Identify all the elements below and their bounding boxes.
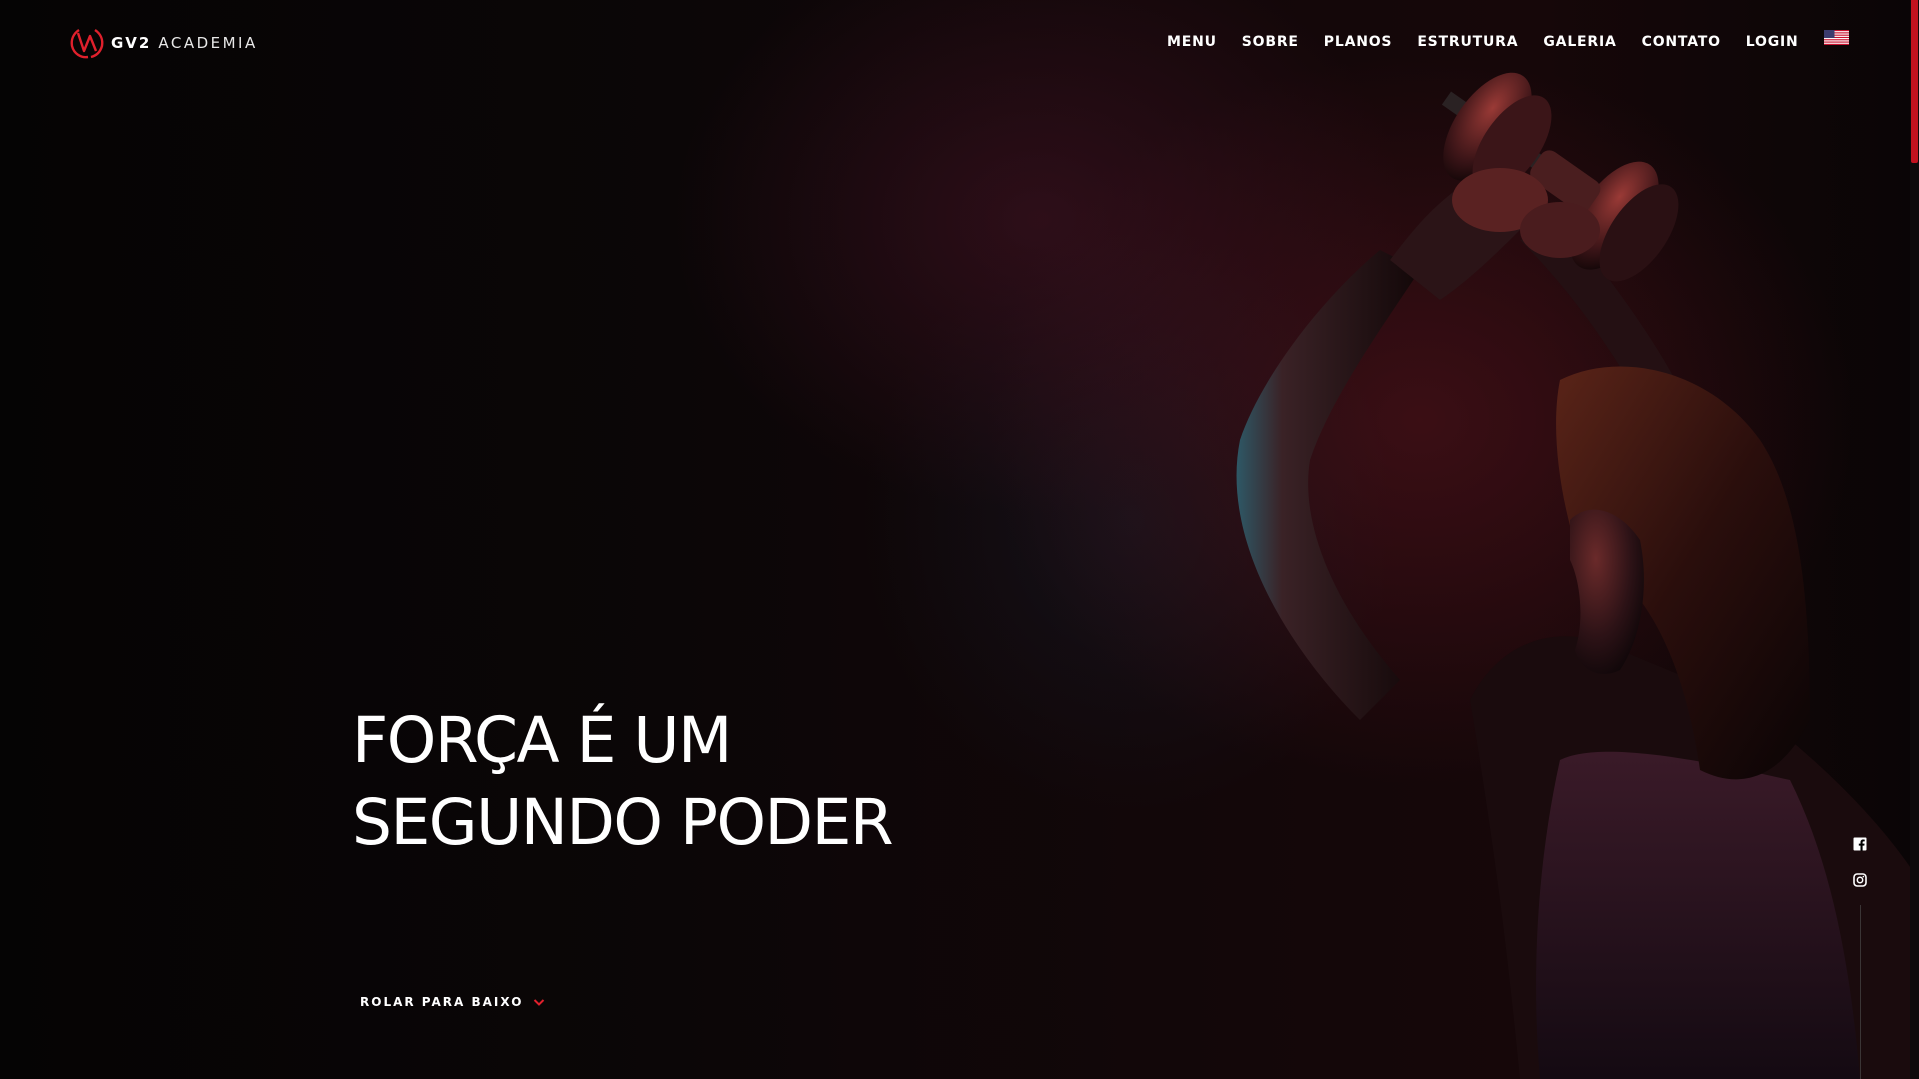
nav-link-menu[interactable]: MENU bbox=[1167, 33, 1217, 51]
chevron-down-icon bbox=[534, 998, 545, 1006]
gv2-logo-icon bbox=[70, 29, 104, 59]
logo-text-light: ACADEMIA bbox=[158, 34, 258, 52]
logo-text-bold: GV2 bbox=[111, 34, 152, 52]
nav-link-planos[interactable]: PLANOS bbox=[1324, 33, 1393, 51]
nav-link-login[interactable]: LOGIN bbox=[1746, 33, 1799, 51]
nav-link-galeria[interactable]: GALERIA bbox=[1543, 33, 1616, 51]
hero-headline-line-1: FORÇA É UM bbox=[352, 704, 732, 777]
nav-link-contato[interactable]: CONTATO bbox=[1642, 33, 1721, 51]
site-logo[interactable]: GV2 ACADEMIA bbox=[69, 26, 258, 60]
hero-headline: FORÇA É UM SEGUNDO PODER bbox=[352, 700, 894, 864]
facebook-icon[interactable] bbox=[1853, 837, 1867, 851]
nav-link-estrutura[interactable]: ESTRUTURA bbox=[1417, 33, 1518, 51]
main-nav: MENU SOBRE PLANOS ESTRUTURA GALERIA CONT… bbox=[1167, 30, 1849, 51]
social-divider-line bbox=[1860, 905, 1861, 1079]
scrollbar-track[interactable] bbox=[1910, 0, 1919, 1079]
us-flag-icon[interactable] bbox=[1823, 30, 1849, 45]
nav-link-sobre[interactable]: SOBRE bbox=[1242, 33, 1299, 51]
social-links bbox=[1852, 837, 1868, 909]
instagram-icon[interactable] bbox=[1853, 873, 1867, 887]
scroll-down-button[interactable]: ROLAR PARA BAIXO bbox=[360, 995, 545, 1009]
page: GV2 ACADEMIA MENU SOBRE PLANOS ESTRUTURA… bbox=[0, 0, 1919, 1079]
scrollbar-thumb[interactable] bbox=[1911, 0, 1918, 163]
hero-headline-line-2: SEGUNDO PODER bbox=[352, 786, 894, 859]
scroll-down-label: ROLAR PARA BAIXO bbox=[360, 995, 524, 1009]
hero-background-image bbox=[1236, 72, 1919, 1079]
